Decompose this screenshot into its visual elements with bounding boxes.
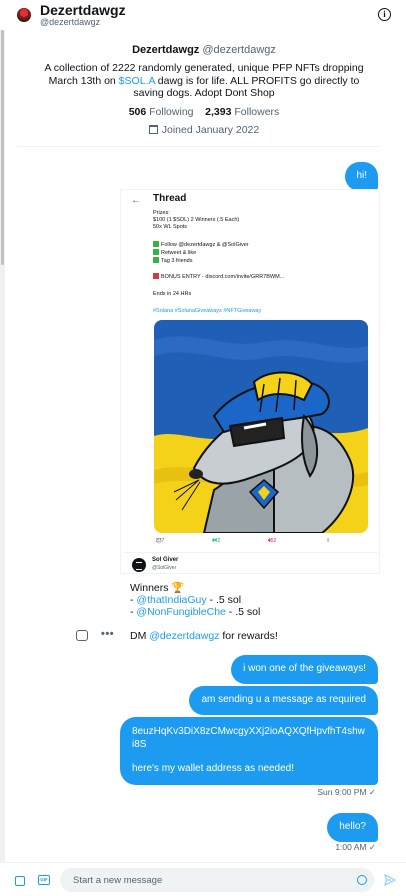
check-icon <box>153 241 159 247</box>
wallet-address-text: 8euzHqKv3DiX8zCMwcgyXXj2ioAQXQfHpvfhT4sh… <box>132 726 365 750</box>
tweet-actions: ◯ 377 ⇄ 442 ♥ 452 ⇪ <box>156 538 366 548</box>
avatar[interactable] <box>17 8 31 22</box>
hashtags: #Solana #SolanaGiveaways #NFTGiveaway <box>153 308 262 314</box>
tweet-screenshot[interactable]: ← Thread Prizes: $100 (1 $SOL) 2 Winners… <box>120 189 380 574</box>
requirement-2-text: Retweet & like <box>161 250 197 256</box>
requirement-3: Tag 3 friends <box>153 257 193 264</box>
followers-count: 2,393 <box>205 105 232 118</box>
requirement-1: Follow @dezertdawgz & @SolGiver <box>153 241 249 248</box>
bonus-text: BONUS ENTRY - discord.com/invite/GRR7BWM… <box>161 274 285 280</box>
winners-text: Winners 🏆 - @thatIndiaGuy - .5 sol - @No… <box>130 582 380 618</box>
more-icon[interactable]: ••• <box>101 628 114 640</box>
calendar-icon <box>148 124 158 134</box>
following-link[interactable]: 506 Following <box>129 106 194 118</box>
info-icon[interactable]: i <box>378 8 391 21</box>
joined-text: Joined January 2022 <box>161 123 260 136</box>
following-label: Following <box>149 105 194 118</box>
following-count: 506 <box>128 105 147 118</box>
profile-name[interactable]: Dezertdawgz <box>132 44 199 56</box>
winner-1-mention[interactable]: @thatIndiaGuy <box>136 594 206 606</box>
requirement-2: Retweet & like <box>153 249 196 256</box>
reply-count: 377 <box>156 538 165 544</box>
conversation-handle: @dezertdawgz <box>40 17 101 27</box>
back-arrow-icon: ← <box>131 195 141 206</box>
check-icon <box>153 257 159 263</box>
dm-instruction: DM @dezertdawgz for rewards! <box>130 630 278 642</box>
like-count: 452 <box>268 538 277 544</box>
retweet-count: 442 <box>212 538 221 544</box>
message-input[interactable] <box>60 868 374 892</box>
bonus-icon <box>153 273 159 279</box>
profile-title: Dezertdawgz @dezertdawgz <box>14 44 394 56</box>
winner-1-amount: - .5 sol <box>206 594 242 606</box>
winner-line-2: - @NonFungibleChe - .5 sol <box>130 606 261 618</box>
winner-line-1: - @thatIndiaGuy - .5 sol <box>130 594 242 606</box>
scrollbar-thumb[interactable] <box>1 30 4 265</box>
followers-label: Followers <box>234 105 280 118</box>
profile-stats: 506 Following 2,393 Followers <box>14 106 394 118</box>
message-bubble[interactable]: hi! <box>345 162 378 191</box>
dm-prefix: DM <box>130 630 150 642</box>
message-composer: GIF <box>0 862 406 896</box>
winners-heading: Winners 🏆 <box>130 582 185 594</box>
message-bubble[interactable]: hello? <box>327 813 378 842</box>
message-timestamp: Sun 9:00 PM ✓ <box>317 787 376 797</box>
ends-in: Ends in 24 HRs <box>153 291 192 297</box>
message-bubble[interactable]: i won one of the giveaways! <box>231 655 378 684</box>
requirement-3-text: Tag 3 friends <box>161 258 193 264</box>
prizes-label: Prizes: <box>153 210 170 216</box>
profile-handle: @dezertdawgz <box>202 44 276 56</box>
emoji-icon[interactable] <box>357 875 367 885</box>
profile-bio: A collection of 2222 randomly generated,… <box>14 62 394 100</box>
joined-date: Joined January 2022 <box>14 124 394 136</box>
send-icon[interactable] <box>384 874 396 886</box>
dm-suffix: for rewards! <box>219 630 278 642</box>
followers-link[interactable]: 2,393 Followers <box>205 106 279 118</box>
bio-text-end: dawg is for life. ALL PROFITS go directl… <box>133 74 360 100</box>
requirement-1-text: Follow @dezertdawgz & @SolGiver <box>161 242 249 248</box>
bonus-entry: BONUS ENTRY - discord.com/invite/GRR7BWM… <box>153 273 284 280</box>
bio-cashtag-link[interactable]: $SOL.A <box>119 75 155 87</box>
wallet-note-text: here's my wallet address as needed! <box>132 763 294 774</box>
conversation-header: Dezertdawgz @dezertdawgz i <box>0 0 406 30</box>
add-reaction-icon[interactable] <box>76 630 88 641</box>
thread-label: Thread <box>153 193 187 204</box>
message-bubble[interactable]: am sending u a message as required <box>189 686 378 715</box>
share-icon: ⇪ <box>326 538 331 544</box>
divider <box>18 146 380 147</box>
image-icon[interactable] <box>15 876 25 886</box>
winner-2-mention[interactable]: @NonFungibleChe <box>136 606 225 618</box>
divider <box>124 552 378 553</box>
winner-2-amount: - .5 sol <box>225 606 261 618</box>
nft-dog-image <box>154 320 368 533</box>
avatar <box>132 558 146 572</box>
profile-summary: Dezertdawgz @dezertdawgz A collection of… <box>14 44 394 136</box>
giver-name: Sol Giver <box>152 557 179 563</box>
dm-mention[interactable]: @dezertdawgz <box>149 630 219 642</box>
message-bubble[interactable]: 8euzHqKv3DiX8zCMwcgyXXj2ioAQXQfHpvfhT4sh… <box>120 717 378 785</box>
conversation-name[interactable]: Dezertdawgz <box>40 2 126 18</box>
gif-icon[interactable]: GIF <box>38 875 50 885</box>
message-timestamp: 1:00 AM ✓ <box>335 842 376 852</box>
check-icon <box>153 249 159 255</box>
prize-line-1: $100 (1 $SOL) 2 Winners (.5 Each) <box>153 217 240 223</box>
giver-handle: @SolGiver <box>152 565 177 571</box>
prize-line-2: 50x WL Spots <box>153 224 188 230</box>
